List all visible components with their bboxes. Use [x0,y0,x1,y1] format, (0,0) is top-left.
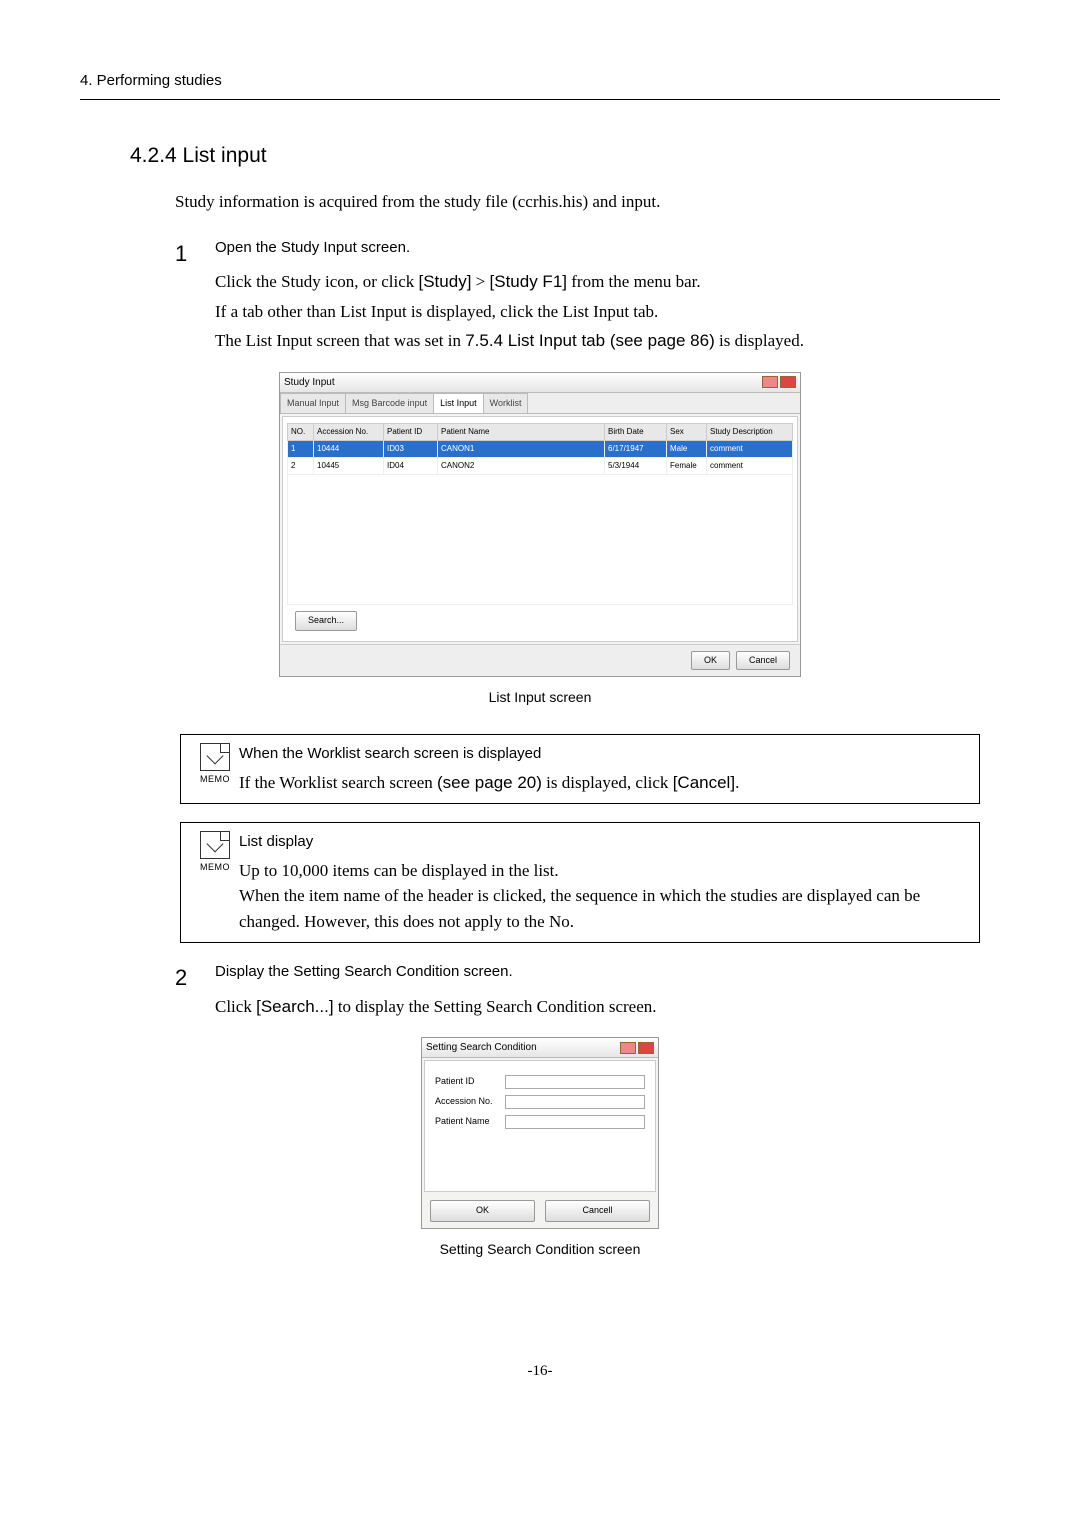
cell: comment [707,441,793,458]
close-icon[interactable] [638,1042,654,1054]
memo-box-worklist: MEMO When the Worklist search screen is … [180,734,980,804]
cell: 10444 [314,441,384,458]
tab-manual-input[interactable]: Manual Input [280,393,346,414]
search-condition-screenshot: Setting Search Condition Patient ID Acce… [80,1037,1000,1229]
tab-list-input[interactable]: List Input [433,393,484,414]
cell: 2 [288,458,314,475]
step-number: 2 [175,961,215,1023]
col-sex[interactable]: Sex [667,424,707,441]
memo-label: MEMO [191,861,239,875]
text: from the menu bar. [567,272,701,291]
step-line: Click [Search...] to display the Setting… [215,994,1000,1020]
dialog-title: Study Input [284,375,335,390]
table-header-row: NO. Accession No. Patient ID Patient Nam… [288,424,793,441]
memo-text: If the Worklist search screen (see page … [239,770,969,796]
patient-id-input[interactable] [505,1075,645,1089]
screenshot-caption: Setting Search Condition screen [80,1239,1000,1260]
cross-ref: 7.5.4 List Input tab (see page 86) [465,331,715,350]
cancel-button[interactable]: Cancel [736,651,790,671]
dialog-titlebar: Setting Search Condition [422,1038,658,1058]
step-line: If a tab other than List Input is displa… [215,299,1000,325]
table-empty-area [288,475,793,605]
dialog-titlebar: Study Input [280,373,800,393]
cell: Female [667,458,707,475]
col-patient-id[interactable]: Patient ID [384,424,438,441]
col-birth-date[interactable]: Birth Date [605,424,667,441]
memo-icon [200,743,230,771]
col-patient-name[interactable]: Patient Name [438,424,605,441]
table-row[interactable]: 2 10445 ID04 CANON2 5/3/1944 Female comm… [288,458,793,475]
field-label: Accession No. [435,1095,505,1109]
text: > [471,272,489,291]
text: The List Input screen that was set in [215,331,465,350]
col-study-desc[interactable]: Study Description [707,424,793,441]
patient-name-input[interactable] [505,1115,645,1129]
memo-icon [200,831,230,859]
screenshot-caption: List Input screen [80,687,1000,708]
menu-ref: [Study F1] [490,272,567,291]
col-accession[interactable]: Accession No. [314,424,384,441]
text: to display the Setting Search Condition … [334,997,657,1016]
page-header: 4. Performing studies [80,70,1000,100]
memo-text: When the item name of the header is clic… [239,883,969,934]
study-table: NO. Accession No. Patient ID Patient Nam… [287,423,793,605]
ok-button[interactable]: OK [691,651,730,671]
search-button[interactable]: Search... [295,611,357,631]
cell: comment [707,458,793,475]
cell: Male [667,441,707,458]
cell: ID03 [384,441,438,458]
text: Click the Study icon, or click [215,272,419,291]
text: is displayed, click [542,773,673,792]
ok-button[interactable]: OK [430,1200,535,1222]
cell: ID04 [384,458,438,475]
text: is displayed. [715,331,804,350]
field-accession-no: Accession No. [435,1095,645,1109]
cell: 5/3/1944 [605,458,667,475]
button-ref: [Search...] [256,997,333,1016]
step-line: The List Input screen that was set in 7.… [215,328,1000,354]
section-title: 4.2.4 List input [130,140,1000,172]
field-patient-id: Patient ID [435,1075,645,1089]
step-line: Click the Study icon, or click [Study] >… [215,269,1000,295]
field-patient-name: Patient Name [435,1115,645,1129]
cell: CANON2 [438,458,605,475]
cancel-button[interactable]: Cancell [545,1200,650,1222]
accession-no-input[interactable] [505,1095,645,1109]
close-icon[interactable] [780,376,796,388]
memo-title: When the Worklist search screen is displ… [239,743,969,766]
step-number: 1 [175,237,215,358]
field-label: Patient ID [435,1075,505,1089]
tab-msg-barcode[interactable]: Msg Barcode input [345,393,434,414]
memo-label: MEMO [191,773,239,787]
step-2: 2 Display the Setting Search Condition s… [175,961,1000,1023]
step-heading: Display the Setting Search Condition scr… [215,961,1000,984]
field-label: Patient Name [435,1115,505,1129]
text: . [735,773,739,792]
cell: 10445 [314,458,384,475]
page-number: -16- [80,1360,1000,1383]
dialog-title: Setting Search Condition [426,1040,537,1055]
menu-ref: [Study] [419,272,472,291]
button-ref: [Cancel] [673,773,735,792]
col-no[interactable]: NO. [288,424,314,441]
cell: 1 [288,441,314,458]
text: If the Worklist search screen [239,773,437,792]
tab-worklist[interactable]: Worklist [483,393,529,414]
memo-box-list-display: MEMO List display Up to 10,000 items can… [180,822,980,943]
minimize-icon[interactable] [620,1042,636,1054]
table-row[interactable]: 1 10444 ID03 CANON1 6/17/1947 Male comme… [288,441,793,458]
memo-text: Up to 10,000 items can be displayed in t… [239,858,969,884]
text: Click [215,997,256,1016]
step-heading: Open the Study Input screen. [215,237,1000,260]
step-1: 1 Open the Study Input screen. Click the… [175,237,1000,358]
memo-title: List display [239,831,969,854]
cross-ref: (see page 20) [437,773,542,792]
cell: 6/17/1947 [605,441,667,458]
minimize-icon[interactable] [762,376,778,388]
study-input-screenshot: Study Input Manual Input Msg Barcode inp… [80,372,1000,678]
dialog-tabs: Manual Input Msg Barcode input List Inpu… [280,393,800,415]
cell: CANON1 [438,441,605,458]
intro-text: Study information is acquired from the s… [175,189,1000,215]
